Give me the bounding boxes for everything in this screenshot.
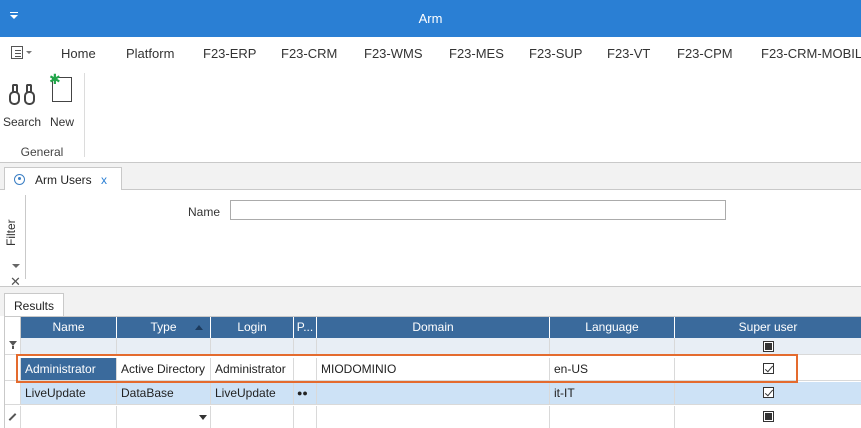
cell-type[interactable]: DataBase xyxy=(117,382,211,405)
new-document-icon: ✱ xyxy=(49,72,72,102)
super-user-checkbox[interactable] xyxy=(763,387,774,398)
type-dropdown-icon[interactable] xyxy=(199,415,207,420)
new-cell-language[interactable] xyxy=(550,406,675,428)
title-bar: Arm xyxy=(0,0,861,37)
row-highlight-box xyxy=(16,354,798,383)
cell-password[interactable]: ●● xyxy=(294,382,317,405)
menu-tab-f23-crm[interactable]: F23-CRM xyxy=(281,46,337,61)
column-header-login[interactable]: Login xyxy=(211,317,294,338)
binoculars-icon xyxy=(9,83,37,107)
column-header-domain[interactable]: Domain xyxy=(317,317,550,338)
filter-panel: Filter ✕ Name xyxy=(0,190,861,288)
new-button[interactable]: ✱ New xyxy=(42,72,82,131)
ribbon-separator xyxy=(84,73,85,157)
filter-cell-super-user[interactable] xyxy=(675,338,861,355)
menu-tab-platform[interactable]: Platform xyxy=(126,46,174,61)
column-header-name[interactable]: Name xyxy=(21,317,117,338)
filter-cell-domain[interactable] xyxy=(317,338,550,355)
row-indicator xyxy=(5,382,21,405)
ribbon-group-label: General xyxy=(20,145,64,159)
menu-tab-f23-cpm[interactable]: F23-CPM xyxy=(677,46,733,61)
filter-cell-language[interactable] xyxy=(550,338,675,355)
new-item-row[interactable] xyxy=(5,406,861,428)
cell-login[interactable]: LiveUpdate xyxy=(211,382,294,405)
new-cell-super-user[interactable] xyxy=(675,406,861,428)
menu-tab-f23-crm-mobile[interactable]: F23-CRM-MOBILE xyxy=(761,46,861,61)
search-button-label: Search xyxy=(2,115,42,129)
new-cell-type[interactable] xyxy=(117,406,211,428)
filter-cell-password[interactable] xyxy=(294,338,317,355)
menu-tab-f23-erp[interactable]: F23-ERP xyxy=(203,46,256,61)
filter-cell-login[interactable] xyxy=(211,338,294,355)
filter-collapse-icon[interactable] xyxy=(12,264,20,268)
cell-super-user[interactable] xyxy=(675,382,861,405)
menu-tab-f23-wms[interactable]: F23-WMS xyxy=(364,46,423,61)
menu-tab-home[interactable]: Home xyxy=(61,46,96,61)
menu-tab-f23-mes[interactable]: F23-MES xyxy=(449,46,504,61)
new-cell-domain[interactable] xyxy=(317,406,550,428)
new-cell-login[interactable] xyxy=(211,406,294,428)
column-header-type[interactable]: Type xyxy=(117,317,211,338)
super-user-filter-checkbox[interactable] xyxy=(763,341,774,352)
column-header-password[interactable]: P... xyxy=(294,317,317,338)
filter-cell-type[interactable] xyxy=(117,338,211,355)
cell-domain[interactable] xyxy=(317,382,550,405)
filter-cell-name[interactable] xyxy=(21,338,117,355)
column-header-language[interactable]: Language xyxy=(550,317,675,338)
new-button-label: New xyxy=(49,115,74,129)
new-cell-password[interactable] xyxy=(294,406,317,428)
menu-tab-f23-vt[interactable]: F23-VT xyxy=(607,46,650,61)
menu-tab-f23-sup[interactable]: F23-SUP xyxy=(529,46,582,61)
new-super-user-checkbox[interactable] xyxy=(763,411,774,422)
new-row-indicator xyxy=(5,406,21,428)
filter-label[interactable]: Filter xyxy=(4,213,26,253)
user-icon xyxy=(14,174,25,185)
app-menu-icon[interactable] xyxy=(11,46,33,60)
cell-name[interactable]: LiveUpdate xyxy=(21,382,117,405)
filter-side-bar: Filter ✕ xyxy=(4,195,26,288)
sort-ascending-icon xyxy=(195,325,203,330)
close-tab-icon[interactable]: x xyxy=(101,173,107,187)
window-title: Arm xyxy=(418,11,443,26)
name-label: Name xyxy=(188,205,221,219)
results-tab-strip: Results xyxy=(0,287,861,317)
column-header-super-user[interactable]: Super user xyxy=(675,317,861,338)
edit-pencil-icon xyxy=(8,413,17,421)
cell-language[interactable]: it-IT xyxy=(550,382,675,405)
document-tab-strip: Arm Users x xyxy=(0,163,861,191)
filter-row-indicator xyxy=(5,338,21,355)
tab-results[interactable]: Results xyxy=(4,293,64,317)
new-cell-name[interactable] xyxy=(21,406,117,428)
ribbon: Search ✱ New General xyxy=(0,69,861,163)
tab-arm-users-label: Arm Users xyxy=(35,173,92,187)
row-indicator-header xyxy=(5,317,21,338)
auto-filter-row[interactable] xyxy=(5,338,861,355)
name-filter-input[interactable] xyxy=(230,200,726,220)
menu-bar: Home Platform F23-ERP F23-CRM F23-WMS F2… xyxy=(0,37,861,69)
search-button[interactable]: Search xyxy=(2,75,42,131)
column-header-type-label: Type xyxy=(150,320,177,334)
table-row[interactable]: LiveUpdate DataBase LiveUpdate ●● it-IT xyxy=(5,382,861,405)
tab-arm-users[interactable]: Arm Users x xyxy=(4,167,122,191)
